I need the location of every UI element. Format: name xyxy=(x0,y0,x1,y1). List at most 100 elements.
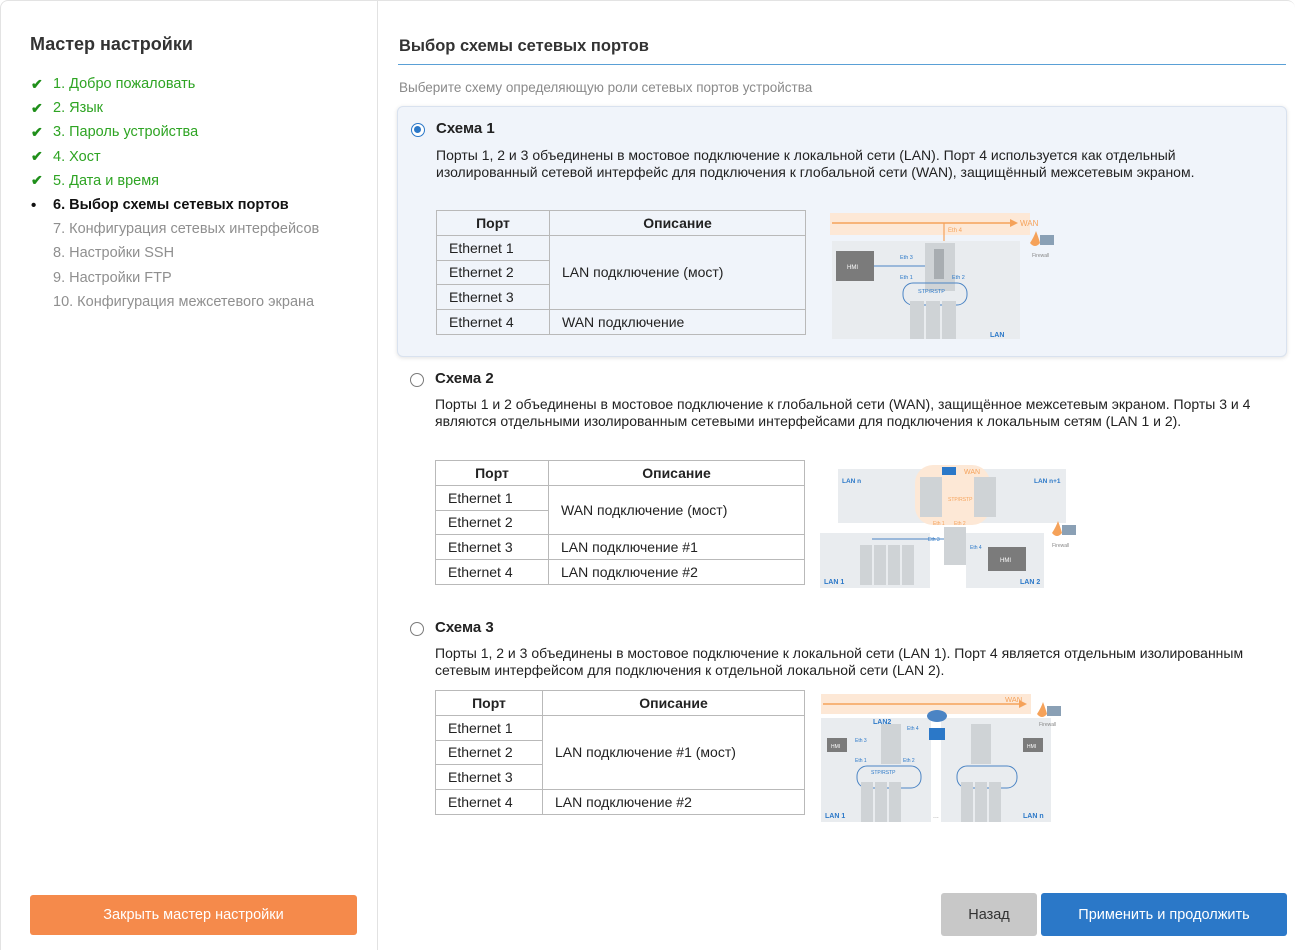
table-row: Ethernet 4 LAN подключение #2 xyxy=(435,789,805,815)
stp-label: STP/RSTP xyxy=(948,497,973,503)
table-row: Ethernet 1 WAN подключение (мост) xyxy=(435,484,805,536)
port-cell: Ethernet 2 xyxy=(436,259,550,286)
lan-n1-label: LAN n+1 xyxy=(1034,478,1061,485)
description-cell: LAN подключение #1 xyxy=(548,534,805,561)
hmi-label: HMI xyxy=(831,744,840,750)
description-cell: WAN подключение (мост) xyxy=(548,484,805,536)
column-header-description: Описание xyxy=(549,210,806,236)
table-row: Ethernet 1 LAN подключение #1 (мост) xyxy=(435,714,805,791)
check-icon: ✔ xyxy=(31,123,43,140)
hmi-label: HMI xyxy=(1000,558,1011,564)
scheme-title: Схема 1 xyxy=(436,120,495,137)
wan-label: WAN xyxy=(1020,219,1039,228)
ports-table: Порт Описание Ethernet 1 LAN подключение #… xyxy=(435,690,805,815)
scheme-3-card[interactable]: Схема 3 Порты 1, 2 и 3 объединены в мост… xyxy=(397,614,1287,829)
stp-label: STP/RSTP xyxy=(871,770,896,776)
wizard-window: Мастер настройки ✔ 1. Добро пожаловать ✔ 2… xyxy=(0,0,1295,950)
apply-continue-button[interactable]: Применить и продолжить xyxy=(1041,893,1287,936)
description-cell: LAN подключение #2 xyxy=(548,559,805,585)
port-cell: Ethernet 4 xyxy=(435,559,549,585)
firewall-label: Firewall xyxy=(1032,253,1049,259)
step-label: 2. Язык xyxy=(53,100,104,117)
table-header-row: Порт Описание xyxy=(435,460,805,486)
column-header-port: Порт xyxy=(436,210,550,236)
hmi-label: HMI xyxy=(847,265,858,271)
port-cell: Ethernet 4 xyxy=(435,789,543,815)
step-label: 5. Дата и время xyxy=(53,172,160,189)
close-wizard-button[interactable]: Закрыть мастер настройки xyxy=(30,895,357,935)
column-header-port: Порт xyxy=(435,460,549,486)
scheme-2-card[interactable]: Схема 2 Порты 1 и 2 объединены в мостово… xyxy=(397,365,1287,595)
wizard-sidebar: Мастер настройки ✔ 1. Добро пожаловать ✔ 2… xyxy=(1,1,378,950)
scheme-1-radio[interactable] xyxy=(411,123,425,137)
scheme-2-radio[interactable] xyxy=(410,373,424,387)
scheme-description: Порты 1, 2 и 3 объединены в мостовое под… xyxy=(436,147,1195,180)
step-device-password[interactable]: ✔ 3. Пароль устройства xyxy=(31,120,319,144)
lan2-label: LAN 2 xyxy=(1020,579,1040,586)
dots-label: ... xyxy=(933,813,939,820)
steps-list: ✔ 1. Добро пожаловать ✔ 2. Язык ✔ 3. Пароль… xyxy=(31,72,319,314)
description-cell: LAN подключение (мост) xyxy=(549,234,806,311)
lan1-label: LAN 1 xyxy=(824,579,844,586)
description-cell: LAN подключение #2 xyxy=(542,789,805,815)
eth1-label: Eth 1 xyxy=(855,758,867,764)
step-date-time[interactable]: ✔ 5. Дата и время xyxy=(31,169,319,193)
column-header-description: Описание xyxy=(542,690,805,716)
table-row: Ethernet 1 LAN подключение (мост) xyxy=(436,234,806,311)
main-panel: Выбор схемы сетевых портов Выберите схем… xyxy=(378,1,1295,950)
firewall-label: Firewall xyxy=(1039,722,1056,728)
sidebar-title: Мастер настройки xyxy=(30,34,193,54)
step-port-scheme: • 6. Выбор схемы сетевых портов xyxy=(31,193,319,217)
eth1-label: Eth 1 xyxy=(900,275,913,281)
wan-label: WAN xyxy=(964,469,980,476)
step-firewall: 10. Конфигурация межсетевого экрана xyxy=(31,290,319,314)
port-cell: Ethernet 4 xyxy=(436,309,550,335)
page-subtitle: Выберите схему определяющую роли сетевых… xyxy=(399,80,813,95)
scheme-title: Схема 3 xyxy=(435,619,494,636)
ports-table: Порт Описание Ethernet 1 WAN подключение (… xyxy=(435,460,805,585)
check-icon: ✔ xyxy=(31,75,43,92)
scheme-1-diagram: WAN Eth 4 HMI Eth 3 Eth 1 Eth 2 STP/RSTP xyxy=(830,213,1060,343)
description-cell: LAN подключение #1 (мост) xyxy=(542,714,805,791)
port-cell: Ethernet 2 xyxy=(435,509,549,536)
step-host[interactable]: ✔ 4. Хост xyxy=(31,145,319,169)
eth4-label: Eth 4 xyxy=(970,545,982,551)
scheme-1-card[interactable]: Схема 1 Порты 1, 2 и 3 объединены в мост… xyxy=(397,106,1287,357)
port-cell: Ethernet 1 xyxy=(436,234,550,261)
step-label: 4. Хост xyxy=(53,148,101,165)
port-cell: Ethernet 3 xyxy=(435,534,549,561)
port-cell: Ethernet 3 xyxy=(435,764,543,791)
step-label: 9. Настройки FTP xyxy=(53,269,172,286)
step-network-interfaces: 7. Конфигурация сетевых интерфейсов xyxy=(31,217,319,241)
step-label: 7. Конфигурация сетевых интерфейсов xyxy=(53,221,320,238)
step-ssh: 8. Настройки SSH xyxy=(31,241,319,265)
lan-n-label: LAN n xyxy=(842,478,861,485)
scheme-description: Порты 1, 2 и 3 объединены в мостовое под… xyxy=(435,645,1244,678)
step-label: 8. Настройки SSH xyxy=(53,245,175,262)
check-icon: ✔ xyxy=(31,99,43,116)
eth3-label: Eth 3 xyxy=(928,537,940,543)
step-welcome[interactable]: ✔ 1. Добро пожаловать xyxy=(31,72,319,96)
port-cell: Ethernet 1 xyxy=(435,714,543,741)
ports-table: Порт Описание Ethernet 1 LAN подключение (… xyxy=(436,210,806,335)
back-button[interactable]: Назад xyxy=(941,893,1037,936)
port-cell: Ethernet 2 xyxy=(435,739,543,766)
step-ftp: 9. Настройки FTP xyxy=(31,266,319,290)
title-divider xyxy=(398,64,1286,65)
svg-text:HMI: HMI xyxy=(1027,744,1036,750)
table-row: Ethernet 3 LAN подключение #1 xyxy=(435,534,805,561)
scheme-3-radio[interactable] xyxy=(410,622,424,636)
scheme-description: Порты 1 и 2 объединены в мостовое подклю… xyxy=(435,396,1251,429)
table-row: Ethernet 4 WAN подключение xyxy=(436,309,806,335)
eth3-label: Eth 3 xyxy=(855,738,867,744)
step-language[interactable]: ✔ 2. Язык xyxy=(31,96,319,120)
bullet-icon: • xyxy=(31,196,37,214)
scheme-3-diagram: WAN LAN2 Eth 4 HMI HMI Eth 3 Eth 1 Eth 2 xyxy=(821,694,1081,826)
column-header-port: Порт xyxy=(435,690,543,716)
lan1-label: LAN 1 xyxy=(825,813,845,820)
firewall-label: Firewall xyxy=(1052,543,1069,549)
eth4-label: Eth 4 xyxy=(948,228,963,234)
eth2-label: Eth 2 xyxy=(903,758,915,764)
eth4-label: Eth 4 xyxy=(907,726,919,732)
stp-label: STP/RSTP xyxy=(918,289,945,295)
